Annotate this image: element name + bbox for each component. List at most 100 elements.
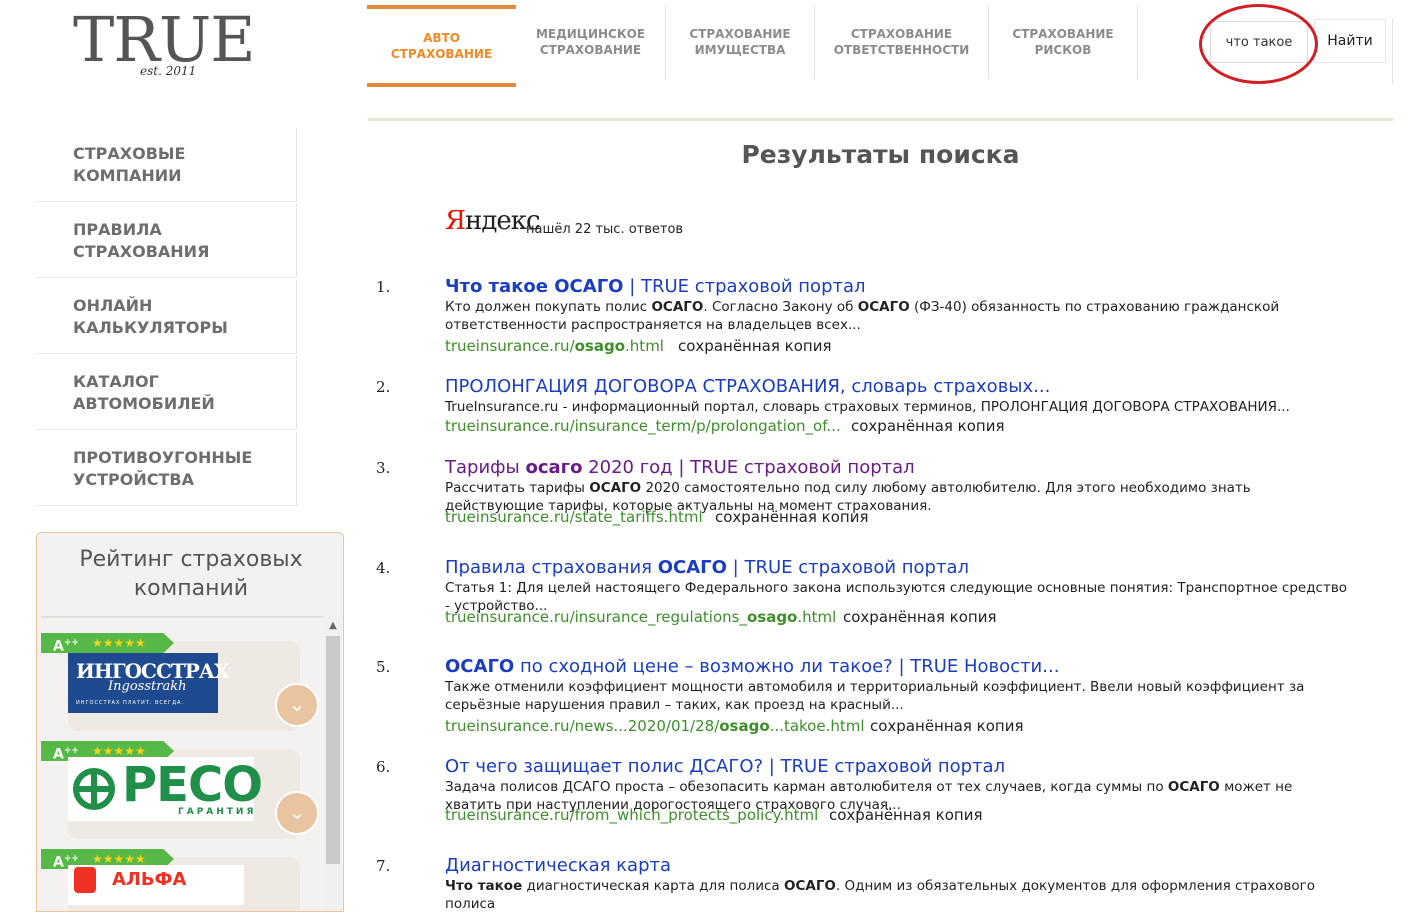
result-url-link[interactable]: trueinsurance.ru/state_tariffs.html <box>445 508 703 526</box>
result-number: 4. <box>376 559 391 577</box>
sidebar-item-label: Страховые компании <box>73 143 186 185</box>
text-part: ПРОЛОНГАЦИЯ ДОГОВОРА СТРАХОВАНИЯ, словар… <box>445 376 1051 397</box>
logo-line: РЕСО <box>122 757 263 813</box>
cached-copy-link[interactable]: сохранённая копия <box>829 806 982 824</box>
text-part: Правила страхования <box>445 557 658 578</box>
text-part: ОСАГО <box>445 656 515 677</box>
result-title-link[interactable]: ОСАГО по сходной цене – возможно ли тако… <box>445 656 1059 677</box>
result-url-link[interactable]: trueinsurance.ru/from_which_protects_pol… <box>445 806 818 824</box>
tab-label: Авто страхование <box>390 31 493 61</box>
result-number: 7. <box>376 857 391 875</box>
text-part: osago <box>574 337 626 355</box>
text-part: диагностическая карта для полиса <box>522 878 784 894</box>
text-part: Диагностическая карта <box>445 855 672 876</box>
result-number: 3. <box>376 459 391 477</box>
text-part: Что такое <box>445 878 523 894</box>
sidebar-item-car-catalog[interactable]: Каталог автомобилей <box>36 356 297 430</box>
rating-grade: A <box>53 854 64 871</box>
rating-grade-sup: ++ <box>63 638 79 648</box>
text-part: TrueInsurance.ru - информационный портал… <box>445 399 1290 415</box>
logo-line: АЛЬФА <box>112 869 187 890</box>
text-part: От чего защищает полис ДСАГО? | TRUE стр… <box>445 756 1006 777</box>
sidebar-item-label: Каталог автомобилей <box>73 371 215 413</box>
tab-label: Страхование имущества <box>689 27 791 57</box>
text-part: осаго <box>525 457 583 478</box>
text-part: ОСАГО <box>783 878 836 894</box>
text-part: Кто должен покупать полис <box>445 299 652 315</box>
content-divider <box>368 118 1393 121</box>
insurer-rating-widget: Рейтинг страховых компаний A++ ★★★★★ ИНГ… <box>36 532 344 912</box>
result-title-link[interactable]: ПРОЛОНГАЦИЯ ДОГОВОРА СТРАХОВАНИЯ, словар… <box>445 376 1050 397</box>
chevron-down-icon[interactable]: ⌄ <box>275 683 319 727</box>
sidebar-item-online-calculators[interactable]: Онлайн калькуляторы <box>36 280 297 354</box>
text-part: | TRUE страховой портал <box>726 557 969 578</box>
text-part: Что такое ОСАГО <box>445 276 624 297</box>
cached-copy-link[interactable]: сохранённая копия <box>843 608 996 626</box>
tab-auto-insurance[interactable]: Авто страхование <box>367 5 516 87</box>
tab-label: Медицинское страхование <box>535 27 646 57</box>
text-part: trueinsurance.ru/insurance_term/p/prolon… <box>445 417 841 435</box>
rating-divider <box>41 616 323 618</box>
result-title-link[interactable]: Что такое ОСАГО | TRUE страховой портал <box>445 276 866 297</box>
result-url-link[interactable]: trueinsurance.ru/insurance_regulations_o… <box>445 608 836 626</box>
result-number: 1. <box>376 278 391 296</box>
tab-risk-insurance[interactable]: Страхование рисков <box>989 5 1138 79</box>
result-title-link[interactable]: Тарифы осаго 2020 год | TRUE страховой п… <box>445 457 915 478</box>
rating-title: Рейтинг страховых компаний <box>79 547 303 601</box>
result-number: 6. <box>376 758 391 776</box>
rating-grade: A <box>53 746 64 763</box>
result-url-link[interactable]: trueinsurance.ru/osago.html <box>445 337 664 355</box>
sidebar-item-insurance-rules[interactable]: Правила страхования <box>36 204 297 278</box>
text-part: . Согласно Закону об <box>703 299 858 315</box>
result-title-link[interactable]: Диагностическая карта <box>445 855 671 876</box>
rating-grade-sup: ++ <box>63 854 79 864</box>
result-title-link[interactable]: Правила страхования ОСАГО | TRUE страхов… <box>445 557 969 578</box>
rating-card-alfa[interactable]: A++ ★★★★★ АЛЬФА <box>41 849 319 911</box>
chevron-down-icon[interactable]: ⌄ <box>275 791 319 835</box>
rating-card-reso[interactable]: A++ ★★★★★ РЕСО ГАРАНТИЯ ⌄ <box>41 741 319 843</box>
cached-copy-link[interactable]: сохранённая копия <box>851 417 1004 435</box>
sidebar-item-label: Правила страхования <box>73 219 210 261</box>
sidebar-item-anti-theft[interactable]: Противоугонные устройства <box>36 432 297 506</box>
text-part: trueinsurance.ru/ <box>445 337 575 355</box>
text-part: Также отменили коэффициент мощности авто… <box>445 679 1305 713</box>
sidebar-item-label: Противоугонные устройства <box>73 447 253 489</box>
yandex-logo-first: Я <box>445 206 466 236</box>
scrollbar-thumb[interactable] <box>326 636 340 864</box>
site-logo[interactable]: TRUE est. 2011 <box>40 4 258 79</box>
tab-property-insurance[interactable]: Страхование имущества <box>666 5 815 79</box>
logo-established: est. 2011 <box>140 64 197 78</box>
text-part: trueinsurance.ru/insurance_regulations_ <box>445 608 747 626</box>
result-title-link[interactable]: От чего защищает полис ДСАГО? | TRUE стр… <box>445 756 1005 777</box>
cached-copy-link[interactable]: сохранённая копия <box>870 717 1023 735</box>
result-url-link[interactable]: trueinsurance.ru/news...2020/01/28/osago… <box>445 717 865 735</box>
text-part: ОСАГО <box>657 557 727 578</box>
result-snippet: Также отменили коэффициент мощности авто… <box>445 678 1350 714</box>
rating-badge: A++ ★★★★★ <box>41 633 174 653</box>
result-number: 5. <box>376 658 391 676</box>
cached-copy-link[interactable]: сохранённая копия <box>715 508 868 526</box>
text-part: trueinsurance.ru/news...2020/01/28/ <box>445 717 720 735</box>
top-navigation: Авто страхование Медицинское страхование… <box>367 5 1138 87</box>
text-part: trueinsurance.ru/state_tariffs.html <box>445 508 703 526</box>
text-part: | TRUE страховой портал <box>623 276 866 297</box>
result-snippet: Кто должен покупать полис ОСАГО. Согласн… <box>445 298 1350 334</box>
rating-card-ingosstrakh[interactable]: A++ ★★★★★ ИНГОССТРАХ Ingosstrakh ИНГОССТ… <box>41 633 319 735</box>
text-part: 2020 год | TRUE страховой портал <box>582 457 915 478</box>
sidebar-item-label: Онлайн калькуляторы <box>73 295 228 337</box>
alfa-mark-icon <box>74 867 96 893</box>
sidebar-item-insurance-companies[interactable]: Страховые компании <box>36 128 297 202</box>
tab-medical-insurance[interactable]: Медицинское страхование <box>516 5 666 79</box>
rating-scrollbar[interactable]: ▲ <box>324 618 342 911</box>
result-number: 2. <box>376 378 391 396</box>
search-button[interactable]: Найти <box>1314 19 1386 63</box>
tab-liability-insurance[interactable]: Страхование ответственности <box>815 5 989 79</box>
logo-line: ИНГОССТРАХ ПЛАТИТ. ВСЕГДА. <box>76 700 184 706</box>
result-url-link[interactable]: trueinsurance.ru/insurance_term/p/prolon… <box>445 417 841 435</box>
logo-line: ГАРАНТИЯ <box>178 807 257 817</box>
cached-copy-link[interactable]: сохранённая копия <box>678 337 831 355</box>
reso-logo: РЕСО ГАРАНТИЯ <box>68 757 263 821</box>
tab-label: Страхование рисков <box>1012 27 1114 57</box>
scroll-up-icon[interactable]: ▲ <box>324 618 342 634</box>
page-title: Результаты поиска <box>741 140 1020 169</box>
